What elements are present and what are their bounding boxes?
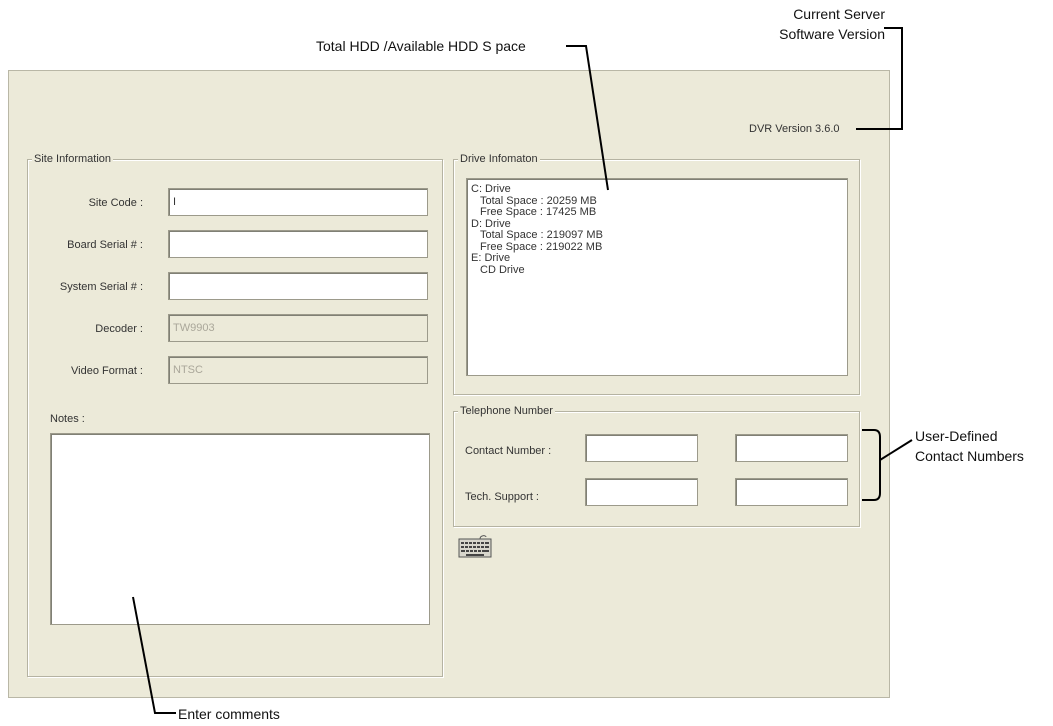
dvr-version-label: DVR Version 3.6.0 bbox=[749, 123, 840, 135]
site-code-label: Site Code : bbox=[88, 197, 143, 209]
board-serial-label: Board Serial # : bbox=[67, 239, 143, 251]
drive-info-line: C: Drive bbox=[471, 183, 511, 195]
tech-support-input-2[interactable] bbox=[735, 478, 848, 506]
dvr-info-panel: DVR Version 3.6.0 Site Information Site … bbox=[8, 70, 890, 698]
drive-info-line: Free Space : 17425 MB bbox=[480, 206, 597, 218]
callout-contact-numbers: User-Defined Contact Numbers bbox=[915, 426, 1024, 466]
drive-info-line: CD Drive bbox=[480, 263, 525, 276]
drive-info-listbox[interactable]: C: Drive Total Space : 20259 MB Free Spa… bbox=[466, 178, 848, 376]
video-format-label: Video Format : bbox=[71, 365, 143, 377]
site-information-title: Site Information bbox=[32, 152, 114, 166]
decoder-label: Decoder : bbox=[95, 323, 143, 335]
callout-contact-numbers-line1: User-Defined bbox=[915, 428, 998, 444]
drive-info-line: E: Drive bbox=[471, 252, 511, 264]
site-code-input[interactable] bbox=[168, 188, 428, 216]
drive-info-line: Free Space : 219022 MB bbox=[480, 240, 603, 253]
callout-enter-comments: Enter comments bbox=[178, 706, 280, 722]
drive-information-group: Drive Infomaton C: Drive Total Space : 2… bbox=[453, 152, 860, 395]
keyboard-button[interactable] bbox=[456, 531, 494, 561]
callout-contact-numbers-line2: Contact Numbers bbox=[915, 448, 1024, 464]
system-serial-input[interactable] bbox=[168, 272, 428, 300]
telephone-number-title: Telephone Number bbox=[458, 404, 555, 418]
tech-support-label: Tech. Support : bbox=[465, 491, 539, 503]
board-serial-input[interactable] bbox=[168, 230, 428, 258]
contact-number-input-2[interactable] bbox=[735, 434, 848, 462]
callout-server-version-line2: Software Version bbox=[779, 26, 885, 42]
contact-number-label: Contact Number : bbox=[465, 445, 552, 457]
callout-hdd-space: Total HDD /Available HDD S pace bbox=[316, 38, 526, 54]
drive-info-line: Total Space : 219097 MB bbox=[480, 229, 603, 241]
system-serial-label: System Serial # : bbox=[59, 281, 143, 293]
video-format-field bbox=[168, 356, 428, 384]
decoder-field bbox=[168, 314, 428, 342]
site-information-group: Site Information Site Code : Board Seria… bbox=[27, 152, 443, 677]
notes-label: Notes : bbox=[50, 413, 85, 425]
callout-server-version: Current Server Software Version bbox=[755, 4, 885, 44]
notes-textarea[interactable] bbox=[50, 433, 430, 625]
callout-server-version-line1: Current Server bbox=[793, 6, 885, 22]
tech-support-input-1[interactable] bbox=[585, 478, 698, 506]
contact-number-input-1[interactable] bbox=[585, 434, 698, 462]
keyboard-icon bbox=[458, 535, 492, 563]
drive-information-title: Drive Infomaton bbox=[458, 152, 540, 166]
telephone-number-group: Telephone Number Contact Number : Tech. … bbox=[453, 404, 860, 527]
